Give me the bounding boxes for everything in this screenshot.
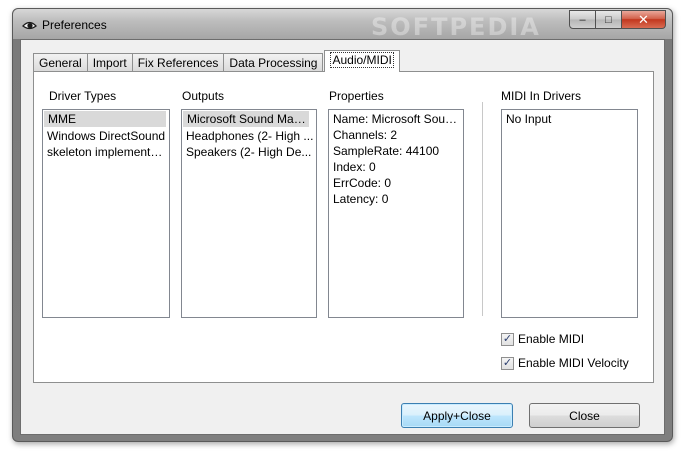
audio-midi-panel: Driver Types MME Windows DirectSound ske…: [33, 71, 654, 383]
properties-list[interactable]: Name: Microsoft Sound ... Channels: 2 Sa…: [328, 109, 464, 318]
minimize-button[interactable]: –: [569, 10, 596, 29]
watermark-text: SOFTPEDIA: [371, 13, 541, 41]
enable-midi-label: Enable MIDI: [518, 332, 585, 346]
apply-close-button[interactable]: Apply+Close: [401, 403, 513, 428]
enable-midi-velocity-option[interactable]: ✓ Enable MIDI Velocity: [501, 356, 629, 370]
list-item[interactable]: skeleton implementation: [43, 144, 169, 160]
outputs-label: Outputs: [182, 89, 225, 103]
minimize-icon: –: [579, 13, 586, 26]
tab-label: Data Processing: [229, 56, 318, 70]
enable-midi-checkbox[interactable]: ✓: [501, 332, 514, 346]
midi-in-drivers-label: MIDI In Drivers: [501, 89, 582, 103]
tab-label: Audio/MIDI: [330, 52, 394, 68]
outputs-list[interactable]: Microsoft Sound Mapp... Headphones (2- H…: [181, 109, 317, 318]
checkmark-icon: ✓: [502, 332, 513, 345]
list-item: Index: 0: [333, 160, 376, 174]
tab-data-processing[interactable]: Data Processing: [223, 53, 324, 72]
eye-icon: [22, 21, 37, 30]
list-item: Channels: 2: [333, 128, 398, 142]
tab-label: General: [39, 56, 82, 70]
list-item[interactable]: No Input: [502, 111, 637, 127]
list-item[interactable]: Speakers (2- High De...: [182, 144, 316, 160]
tab-audio-midi[interactable]: Audio/MIDI: [324, 50, 400, 72]
properties-label: Properties: [329, 89, 384, 103]
title-bar[interactable]: Preferences SOFTPEDIA – □ ✕: [13, 9, 672, 41]
maximize-icon: □: [605, 13, 612, 26]
enable-midi-velocity-checkbox[interactable]: ✓: [501, 356, 514, 370]
enable-midi-velocity-label: Enable MIDI Velocity: [518, 356, 629, 370]
caption-buttons: – □ ✕: [569, 10, 666, 30]
list-item[interactable]: Microsoft Sound Mapp...: [183, 111, 309, 127]
list-item[interactable]: Headphones (2- High ...: [182, 128, 316, 144]
list-item: Name: Microsoft Sound ...: [333, 112, 463, 126]
preferences-window: Preferences SOFTPEDIA – □ ✕ General Impo…: [12, 8, 673, 442]
list-item: ErrCode: 0: [333, 176, 392, 190]
driver-types-label: Driver Types: [49, 89, 117, 103]
close-icon: ✕: [638, 11, 649, 27]
enable-midi-option[interactable]: ✓ Enable MIDI: [501, 332, 584, 346]
midi-in-drivers-list[interactable]: No Input: [501, 109, 638, 318]
list-item: Latency: 0: [333, 192, 389, 206]
tab-general[interactable]: General: [33, 53, 88, 72]
maximize-button[interactable]: □: [596, 10, 622, 29]
divider: [482, 102, 483, 316]
close-button[interactable]: Close: [529, 403, 640, 428]
tab-fix-references[interactable]: Fix References: [131, 53, 225, 72]
tab-strip: General Import Fix References Data Proce…: [33, 50, 400, 72]
window-title: Preferences: [42, 18, 107, 32]
checkmark-icon: ✓: [502, 356, 513, 369]
list-item[interactable]: MME: [44, 111, 166, 127]
list-item: SampleRate: 44100: [333, 144, 440, 158]
tab-label: Import: [92, 56, 127, 70]
driver-types-list[interactable]: MME Windows DirectSound skeleton impleme…: [42, 109, 170, 318]
tab-import[interactable]: Import: [86, 53, 133, 72]
list-item[interactable]: Windows DirectSound: [43, 128, 169, 144]
close-window-button[interactable]: ✕: [622, 10, 666, 29]
tab-label: Fix References: [137, 56, 219, 70]
dialog-client-area: General Import Fix References Data Proce…: [20, 39, 665, 435]
